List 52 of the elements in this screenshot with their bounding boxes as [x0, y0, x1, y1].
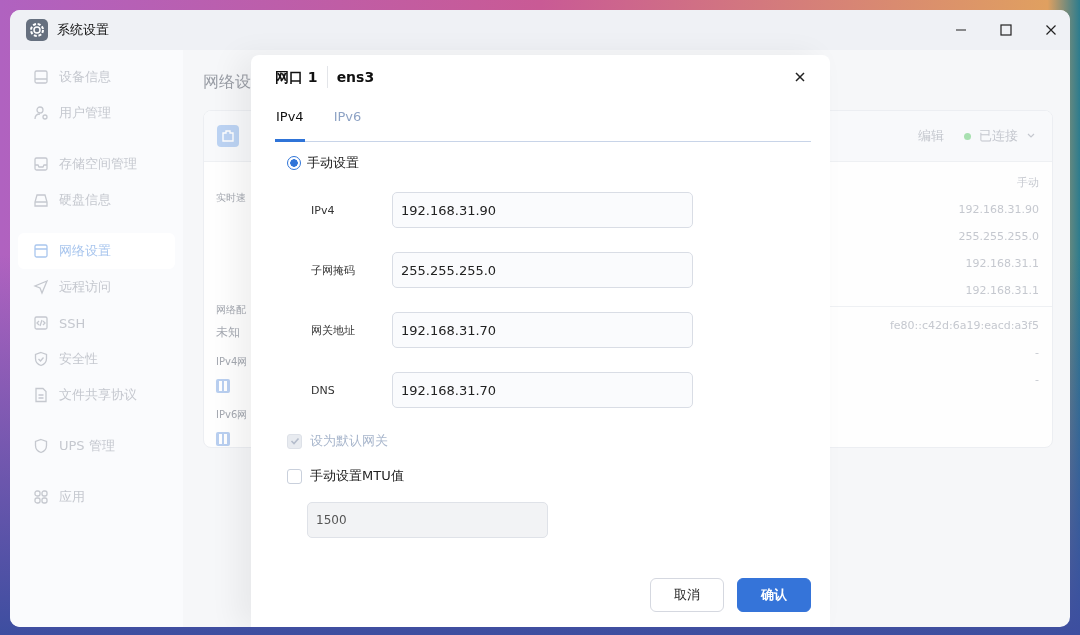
info-value: 192.168.31.90	[958, 202, 1039, 218]
info-value: -	[1035, 372, 1039, 388]
info-value: 192.168.31.1	[965, 283, 1039, 299]
sidebar-item[interactable]: 网络设置	[18, 233, 175, 269]
info-value: 192.168.31.1	[965, 256, 1039, 272]
document-icon	[33, 387, 49, 403]
check-icon	[289, 436, 300, 446]
input-field[interactable]: 255.255.255.0	[392, 252, 693, 288]
code-icon	[33, 315, 49, 331]
close-icon[interactable]	[1045, 24, 1057, 36]
maximize-icon[interactable]	[1000, 24, 1012, 36]
window-icon	[33, 243, 49, 259]
page-heading: 网络设	[203, 71, 251, 93]
radio-button[interactable]	[287, 156, 301, 170]
info-label: 网络配	[216, 303, 246, 317]
drive-icon	[33, 69, 49, 85]
tab[interactable]: IPv4	[275, 99, 305, 142]
input-field[interactable]: 192.168.31.90	[392, 192, 693, 228]
user-icon	[33, 105, 49, 121]
dialog-title: 网口 1	[275, 66, 328, 88]
shield-icon	[33, 351, 49, 367]
close-icon[interactable]	[795, 72, 805, 82]
cancel-button[interactable]: 取消	[650, 578, 724, 612]
input-field[interactable]: 192.168.31.70	[392, 372, 693, 408]
field-label: DNS	[311, 383, 336, 397]
field-label: 子网掩码	[311, 262, 356, 278]
gear-icon	[26, 19, 48, 41]
shield-icon	[33, 438, 49, 454]
checkbox[interactable]	[287, 468, 302, 484]
send-icon	[33, 279, 49, 295]
columns-icon	[216, 379, 230, 393]
apps-icon	[33, 489, 49, 505]
info-label: IPv4网	[216, 355, 248, 369]
checkbox-label: 设为默认网关	[310, 432, 388, 450]
tab[interactable]: IPv6	[332, 99, 363, 142]
ethernet-icon	[217, 125, 239, 147]
info-value: fe80::c42d:6a19:eacd:a3f5	[889, 318, 1039, 334]
window-title: 系统设置	[57, 21, 109, 39]
info-value: 255.255.255.0	[958, 229, 1039, 245]
confirm-button[interactable]: 确认	[737, 578, 811, 612]
radio-label: 手动设置	[307, 154, 359, 172]
status-dot	[964, 132, 971, 140]
field-label: 网关地址	[311, 322, 356, 338]
checkbox-label: 手动设置MTU值	[310, 467, 404, 485]
info-label: 实时速	[216, 191, 246, 205]
dialog-subtitle: ens3	[336, 69, 375, 85]
tray-icon	[33, 156, 49, 172]
info-value: -	[1035, 345, 1039, 361]
field-label: IPv4	[311, 203, 336, 217]
input-field[interactable]: 192.168.31.70	[392, 312, 693, 348]
info-value: 未知	[216, 324, 240, 340]
info-label: IPv6网	[216, 408, 248, 422]
